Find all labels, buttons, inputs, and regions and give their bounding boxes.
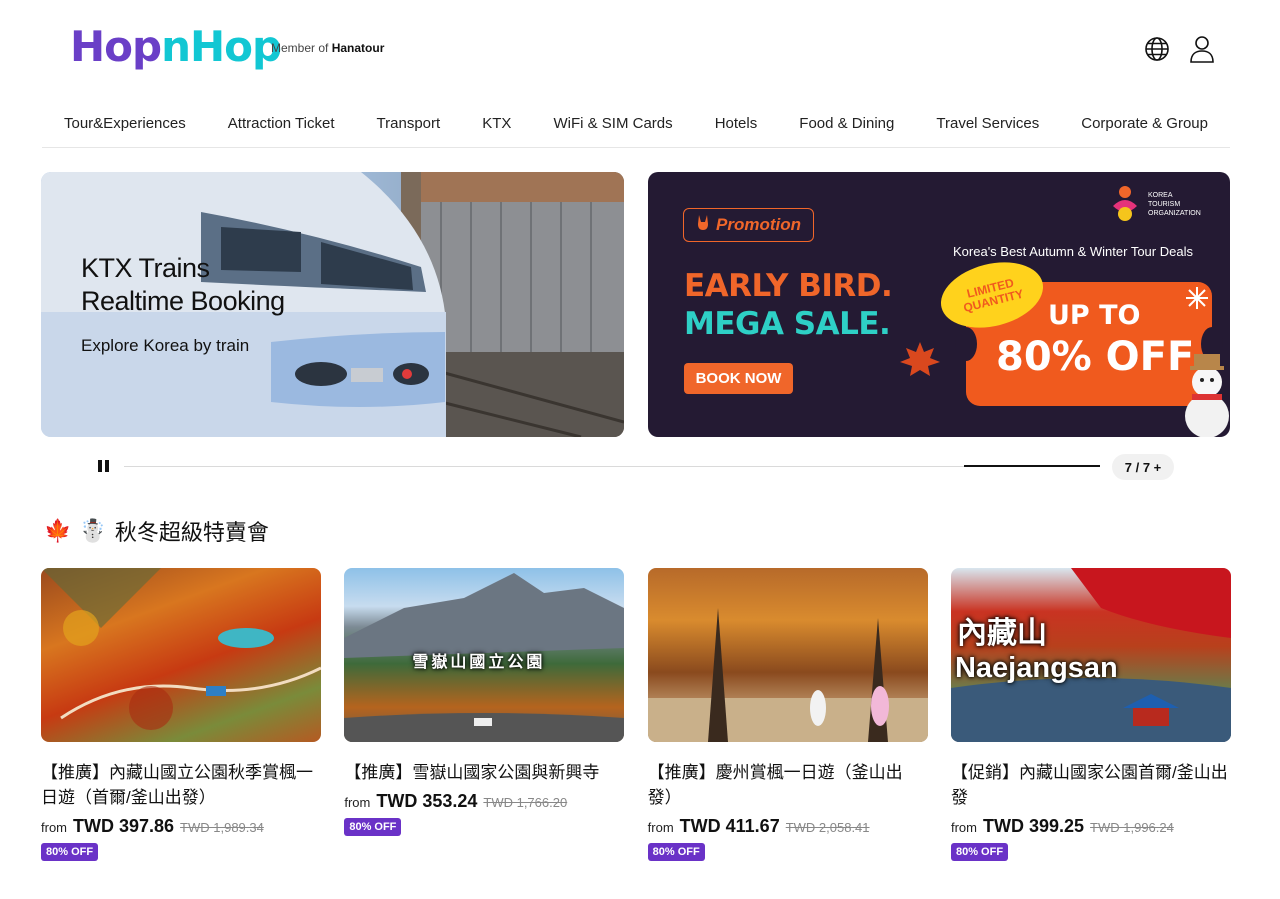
price-original: TWD 2,058.41 [785, 820, 870, 835]
price-original: TWD 1,989.34 [180, 820, 264, 835]
ktx-banner-title: KTX Trains Realtime Booking [81, 252, 285, 318]
pause-icon-bar-right [105, 460, 109, 472]
rabbit-icon [696, 214, 710, 236]
nav-item-hotels[interactable]: Hotels [715, 115, 758, 132]
pause-icon-bar-left [98, 460, 102, 472]
member-prefix: Member of [271, 41, 329, 55]
price-original: TWD 1,996.24 [1090, 820, 1174, 835]
nav-item-travel-services[interactable]: Travel Services [936, 115, 1039, 132]
member-of-text: Member of Hanatour [271, 41, 384, 55]
nav-item-corporate-group[interactable]: Corporate & Group [1081, 115, 1208, 132]
section-title: 🍁 ☃️ 秋冬超級特賣會 [44, 515, 269, 547]
snowman-emoji: ☃️ [79, 518, 107, 543]
price-original: TWD 1,766.20 [483, 795, 568, 810]
section-title-text: 秋冬超級特賣會 [114, 520, 269, 545]
kto-line2: TOURISM [1148, 200, 1181, 208]
product-card-list: 【推廣】內藏山國立公園秋季賞楓一日遊（首爾/釜山出發） from TWD 397… [41, 568, 1231, 861]
product-card[interactable]: 內藏山 Naejangsan 【促銷】內藏山國家公園首爾/釜山出發 from T… [950, 568, 1231, 861]
kto-line1: KOREA [1148, 191, 1173, 199]
price-row: from TWD 353.24 TWD 1,766.20 [344, 791, 624, 812]
product-title[interactable]: 【推廣】雪嶽山國家公園與新興寺 [344, 760, 624, 785]
price-from-label: from [41, 820, 67, 835]
snowman-icon [1184, 352, 1230, 437]
price-current: TWD 397.86 [73, 816, 175, 836]
ticket-off: 80% OFF [996, 334, 1195, 380]
hopnhop-logo[interactable]: HopnHop [70, 20, 282, 74]
site-header: HopnHop Member of Hanatour [0, 0, 1280, 100]
globe-icon[interactable] [1143, 35, 1171, 63]
slide-counter[interactable]: 7 / 7 + [1112, 454, 1174, 480]
product-image: 內藏山 Naejangsan [950, 568, 1231, 742]
ktx-banner-subtitle: Explore Korea by train [81, 336, 250, 355]
discount-badge: 80% OFF [344, 818, 402, 836]
product-image: 雪嶽山國立公園 [344, 568, 625, 742]
ticket-notch-left [955, 327, 977, 361]
nav-item-tours[interactable]: Tour&Experiences [64, 115, 186, 132]
product-image [647, 568, 928, 742]
logo-text-part3: Hop [189, 22, 282, 71]
price-current: TWD 399.25 [982, 816, 1085, 836]
price-row: from TWD 397.86 TWD 1,989.34 [41, 816, 321, 837]
main-nav: Tour&Experiences Attraction Ticket Trans… [42, 100, 1230, 148]
price-from-label: from [950, 820, 977, 835]
ktx-title-line2: Realtime Booking [81, 286, 285, 316]
snowflake-icon [1185, 286, 1209, 315]
kto-logo: KOREA TOURISM ORGANIZATION [1108, 184, 1201, 224]
slider-progress-fill [964, 465, 1100, 467]
logo-text-part2: n [161, 22, 191, 71]
logo-text-part1: Hop [70, 22, 162, 71]
product-title[interactable]: 【推廣】慶州賞楓一日遊（釜山出發） [648, 760, 928, 810]
price-current: TWD 411.67 [679, 816, 780, 836]
maple-leaf-icon [900, 342, 940, 381]
promotion-tag: Promotion [683, 208, 814, 242]
product-card[interactable]: 【推廣】內藏山國立公園秋季賞楓一日遊（首爾/釜山出發） from TWD 397… [41, 568, 321, 861]
nav-item-wifi-sim[interactable]: WiFi & SIM Cards [553, 115, 672, 132]
discount-badge: 80% OFF [41, 843, 99, 861]
pause-button[interactable] [98, 460, 112, 474]
nav-item-food-dining[interactable]: Food & Dining [799, 115, 894, 132]
promo-mega-sale: MEGA SALE. [684, 306, 891, 342]
member-brand: Hanatour [331, 41, 385, 55]
nav-item-transport[interactable]: Transport [377, 115, 441, 132]
product-image-caption-line2: Naejangsan [954, 652, 1118, 684]
maple-emoji: 🍁 [44, 518, 72, 543]
ktx-title-line1: KTX Trains [81, 253, 210, 283]
promotion-tag-label: Promotion [716, 215, 801, 234]
discount-badge: 80% OFF [950, 843, 1009, 861]
product-card[interactable]: 雪嶽山國立公園 【推廣】雪嶽山國家公園與新興寺 from TWD 353.24 … [344, 568, 625, 861]
ticket-up-to: UP TO [1048, 300, 1141, 331]
product-title[interactable]: 【推廣】內藏山國立公園秋季賞楓一日遊（首爾/釜山出發） [41, 760, 321, 810]
discount-badge: 80% OFF [647, 843, 705, 861]
book-now-button[interactable]: BOOK NOW [684, 363, 793, 394]
product-card[interactable]: 【推廣】慶州賞楓一日遊（釜山出發） from TWD 411.67 TWD 2,… [647, 568, 928, 861]
nav-item-attraction-ticket[interactable]: Attraction Ticket [228, 115, 335, 132]
product-image [41, 568, 321, 742]
nav-item-ktx[interactable]: KTX [482, 115, 511, 132]
kto-line3: ORGANIZATION [1148, 209, 1201, 217]
user-icon[interactable] [1188, 35, 1216, 63]
price-from-label: from [344, 795, 371, 810]
product-image-caption: 雪嶽山國立公園 [412, 654, 546, 671]
product-image-caption-line1: 內藏山 [956, 617, 1047, 650]
slider-progress-track [124, 466, 1100, 467]
price-current: TWD 353.24 [376, 791, 478, 811]
promotion-banner[interactable]: Promotion KOREA TOURISM ORGANIZATION Kor… [648, 172, 1230, 437]
promo-early-bird: EARLY BIRD. [684, 268, 893, 304]
product-title[interactable]: 【促銷】內藏山國家公園首爾/釜山出發 [951, 760, 1231, 810]
price-row: from TWD 399.25 TWD 1,996.24 [951, 816, 1231, 837]
banner-slider-controls: 7 / 7 + [98, 454, 1176, 480]
promo-headline: Korea's Best Autumn & Winter Tour Deals [953, 244, 1193, 259]
price-from-label: from [647, 820, 674, 835]
ktx-banner[interactable]: KTX Trains Realtime Booking Explore Kore… [41, 172, 624, 437]
price-row: from TWD 411.67 TWD 2,058.41 [648, 816, 928, 837]
